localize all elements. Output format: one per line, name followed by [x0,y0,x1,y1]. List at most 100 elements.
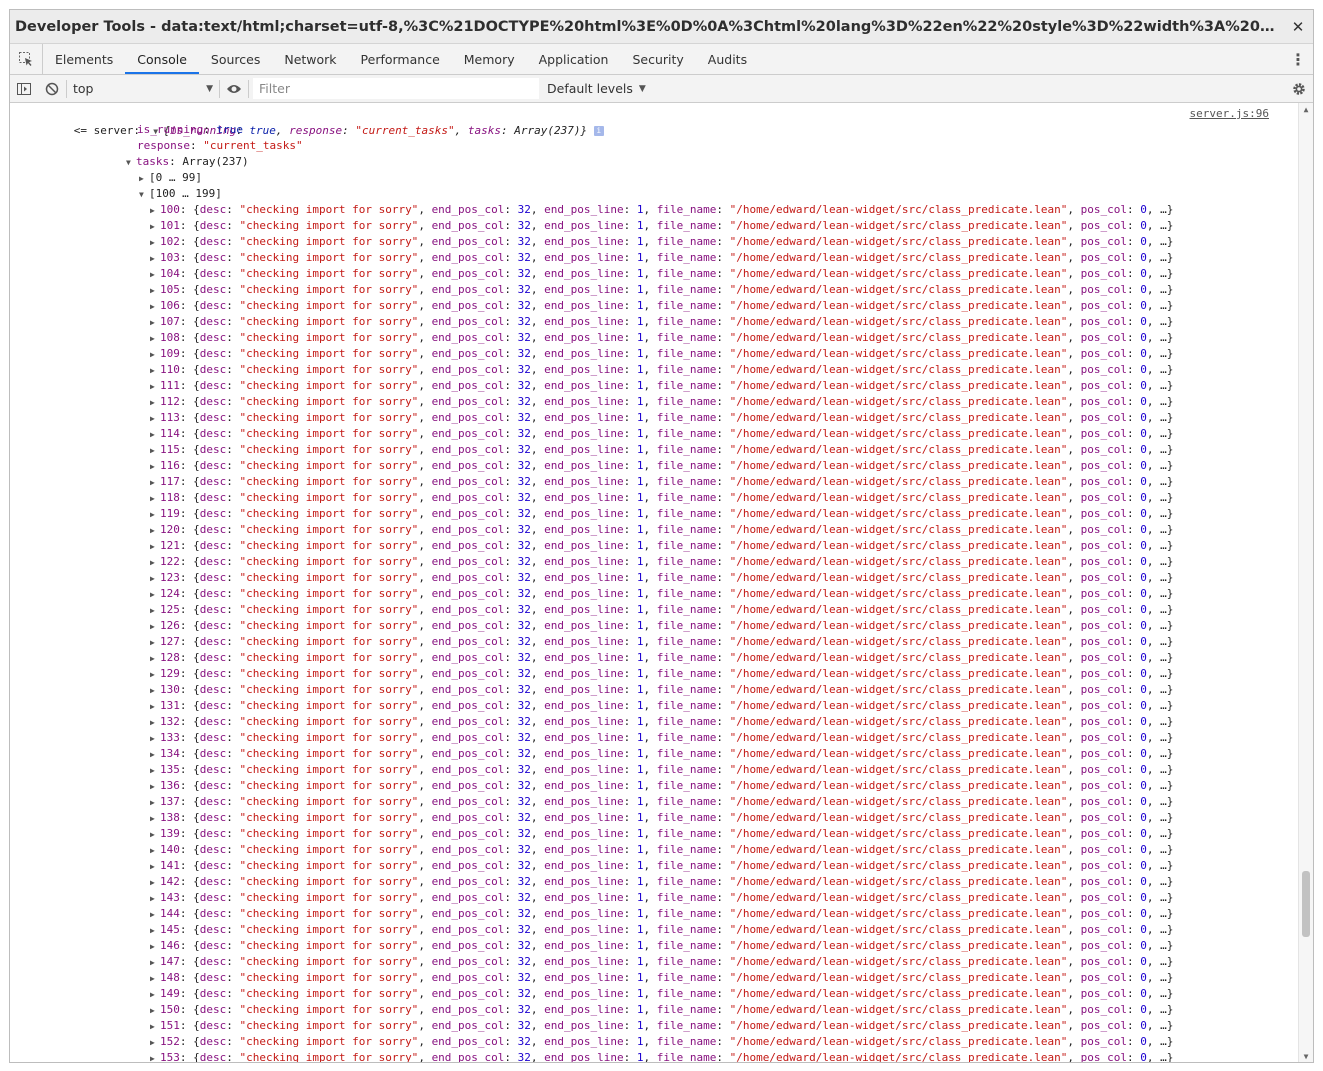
scroll-down-icon[interactable]: ▼ [1299,1050,1313,1062]
tab-application[interactable]: Application [527,44,621,74]
source-link[interactable]: server.js:96 [1190,107,1269,120]
context-selector[interactable]: top ▼ [67,81,219,96]
table-row[interactable]: ▶ 123: {desc: "checking import for sorry"… [150,570,1173,586]
table-row[interactable]: ▶ 109: {desc: "checking import for sorry"… [150,346,1173,362]
collapsed-triangle-icon[interactable]: ▶ [150,523,160,539]
collapsed-triangle-icon[interactable]: ▶ [150,667,160,683]
collapsed-triangle-icon[interactable]: ▶ [150,683,160,699]
scrollbar-thumb[interactable] [1302,871,1310,937]
table-row[interactable]: ▶ 113: {desc: "checking import for sorry"… [150,410,1173,426]
table-row[interactable]: ▶ 139: {desc: "checking import for sorry"… [150,826,1173,842]
collapsed-triangle-icon[interactable]: ▶ [150,1019,160,1035]
collapsed-triangle-icon[interactable]: ▶ [150,555,160,571]
collapsed-triangle-icon[interactable]: ▶ [150,923,160,939]
collapsed-triangle-icon[interactable]: ▶ [150,443,160,459]
collapsed-triangle-icon[interactable]: ▶ [150,267,160,283]
collapsed-triangle-icon[interactable]: ▶ [150,603,160,619]
table-row[interactable]: ▶ 144: {desc: "checking import for sorry"… [150,906,1173,922]
collapsed-triangle-icon[interactable]: ▶ [150,459,160,475]
table-row[interactable]: ▶ 127: {desc: "checking import for sorry"… [150,634,1173,650]
table-row[interactable]: ▶ 133: {desc: "checking import for sorry"… [150,730,1173,746]
collapsed-triangle-icon[interactable]: ▶ [150,907,160,923]
table-row[interactable]: ▶ 121: {desc: "checking import for sorry"… [150,538,1173,554]
table-row[interactable]: ▶ 150: {desc: "checking import for sorry"… [150,1002,1173,1018]
collapsed-triangle-icon[interactable]: ▶ [150,763,160,779]
tab-elements[interactable]: Elements [43,44,125,74]
default-levels-dropdown[interactable]: Default levels ▼ [539,81,654,96]
table-row[interactable]: ▶ 136: {desc: "checking import for sorry"… [150,778,1173,794]
table-row[interactable]: ▶ 129: {desc: "checking import for sorry"… [150,666,1173,682]
table-row[interactable]: ▶ 114: {desc: "checking import for sorry"… [150,426,1173,442]
table-row[interactable]: ▶ 124: {desc: "checking import for sorry"… [150,586,1173,602]
table-row[interactable]: ▶ 112: {desc: "checking import for sorry"… [150,394,1173,410]
collapsed-triangle-icon[interactable]: ▶ [150,619,160,635]
table-row[interactable]: ▶ 147: {desc: "checking import for sorry"… [150,954,1173,970]
collapsed-triangle-icon[interactable]: ▶ [150,475,160,491]
collapsed-triangle-icon[interactable]: ▶ [150,635,160,651]
table-row[interactable]: ▶ 143: {desc: "checking import for sorry"… [150,890,1173,906]
table-row[interactable]: ▶ 125: {desc: "checking import for sorry"… [150,602,1173,618]
vertical-scrollbar[interactable]: ▲ ▼ [1298,103,1313,1062]
table-row[interactable]: ▶ 134: {desc: "checking import for sorry"… [150,746,1173,762]
info-icon[interactable]: i [593,126,604,136]
collapsed-triangle-icon[interactable]: ▶ [150,1051,160,1062]
table-row[interactable]: ▶ 122: {desc: "checking import for sorry"… [150,554,1173,570]
table-row[interactable]: ▶ 108: {desc: "checking import for sorry"… [150,330,1173,346]
collapsed-triangle-icon[interactable]: ▶ [150,859,160,875]
table-row[interactable]: ▶ 101: {desc: "checking import for sorry"… [150,218,1173,234]
table-row[interactable]: ▶ 126: {desc: "checking import for sorry"… [150,618,1173,634]
scroll-up-icon[interactable]: ▲ [1299,103,1313,117]
collapsed-triangle-icon[interactable]: ▶ [150,843,160,859]
collapsed-triangle-icon[interactable]: ▶ [150,347,160,363]
table-row[interactable]: ▶ 110: {desc: "checking import for sorry"… [150,362,1173,378]
collapsed-triangle-icon[interactable]: ▶ [150,299,160,315]
tab-memory[interactable]: Memory [452,44,527,74]
collapsed-triangle-icon[interactable]: ▶ [150,715,160,731]
expand-triangle-icon[interactable]: ▼ [139,187,149,203]
table-row[interactable]: ▶ 153: {desc: "checking import for sorry"… [150,1050,1173,1062]
collapsed-triangle-icon[interactable]: ▶ [139,171,149,187]
collapsed-triangle-icon[interactable]: ▶ [150,587,160,603]
table-row[interactable]: ▶ 140: {desc: "checking import for sorry"… [150,842,1173,858]
table-row[interactable]: ▶ 138: {desc: "checking import for sorry"… [150,810,1173,826]
collapsed-triangle-icon[interactable]: ▶ [150,779,160,795]
table-row[interactable]: ▶ 149: {desc: "checking import for sorry"… [150,986,1173,1002]
collapsed-triangle-icon[interactable]: ▶ [150,235,160,251]
collapsed-triangle-icon[interactable]: ▶ [150,251,160,267]
table-row[interactable]: ▶ 148: {desc: "checking import for sorry"… [150,970,1173,986]
collapsed-triangle-icon[interactable]: ▶ [150,395,160,411]
table-row[interactable]: ▶ 152: {desc: "checking import for sorry"… [150,1034,1173,1050]
collapsed-triangle-icon[interactable]: ▶ [150,651,160,667]
collapsed-triangle-icon[interactable]: ▶ [150,363,160,379]
collapsed-triangle-icon[interactable]: ▶ [150,747,160,763]
table-row[interactable]: ▶ 107: {desc: "checking import for sorry"… [150,314,1173,330]
table-row[interactable]: ▶ 132: {desc: "checking import for sorry"… [150,714,1173,730]
table-row[interactable]: ▶ 115: {desc: "checking import for sorry"… [150,442,1173,458]
collapsed-triangle-icon[interactable]: ▶ [150,283,160,299]
prop-tasks[interactable]: ▼ tasks: Array(237) [126,154,249,170]
inspect-element-icon[interactable] [10,44,43,74]
collapsed-triangle-icon[interactable]: ▶ [150,427,160,443]
collapsed-triangle-icon[interactable]: ▶ [150,795,160,811]
collapsed-triangle-icon[interactable]: ▶ [150,331,160,347]
collapsed-triangle-icon[interactable]: ▶ [150,955,160,971]
settings-gear-icon[interactable] [1285,82,1313,96]
collapsed-triangle-icon[interactable]: ▶ [150,411,160,427]
collapsed-triangle-icon[interactable]: ▶ [150,203,160,219]
table-row[interactable]: ▶ 119: {desc: "checking import for sorry"… [150,506,1173,522]
table-row[interactable]: ▶ 120: {desc: "checking import for sorry"… [150,522,1173,538]
collapsed-triangle-icon[interactable]: ▶ [150,571,160,587]
collapsed-triangle-icon[interactable]: ▶ [150,699,160,715]
table-row[interactable]: ▶ 100: {desc: "checking import for sorry"… [150,202,1173,218]
table-row[interactable]: ▶ 103: {desc: "checking import for sorry"… [150,250,1173,266]
tab-sources[interactable]: Sources [199,44,272,74]
more-options-icon[interactable]: ⋮ [1283,44,1313,74]
table-row[interactable]: ▶ 106: {desc: "checking import for sorry"… [150,298,1173,314]
collapsed-triangle-icon[interactable]: ▶ [150,731,160,747]
collapsed-triangle-icon[interactable]: ▶ [150,491,160,507]
collapsed-triangle-icon[interactable]: ▶ [150,1035,160,1051]
filter-input[interactable] [253,78,539,99]
table-row[interactable]: ▶ 105: {desc: "checking import for sorry"… [150,282,1173,298]
sidebar-toggle-icon[interactable] [10,82,38,96]
close-button[interactable]: ✕ [1283,18,1313,36]
